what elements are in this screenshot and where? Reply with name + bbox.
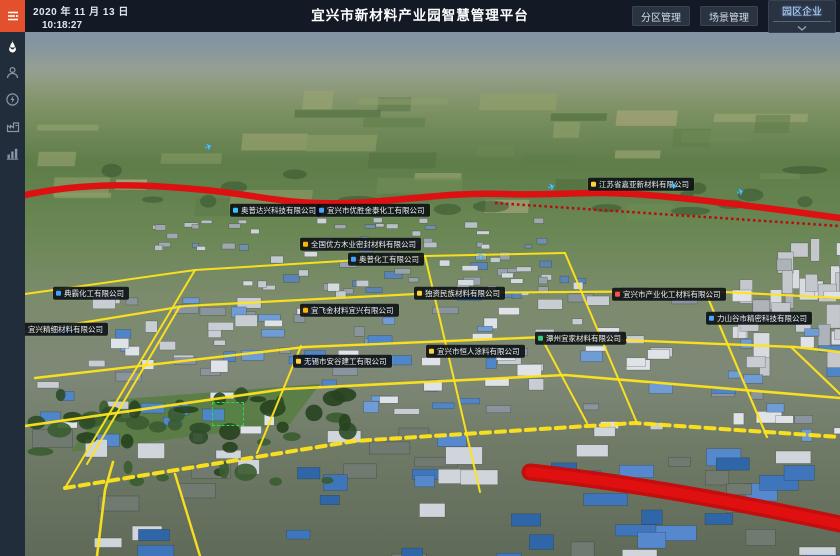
- user-icon: [6, 66, 19, 79]
- selection-box: [212, 402, 244, 426]
- company-marker-icon: [319, 208, 324, 213]
- company-label-text: 独资民族材料有限公司: [425, 289, 500, 297]
- company-label-text: 无锡市安谷建工有限公司: [304, 357, 387, 365]
- company-label-text: 潭州宜家材料有限公司: [546, 334, 621, 342]
- sidebar-item-flame[interactable]: [0, 32, 25, 59]
- vehicle-marker-icon[interactable]: ✈: [203, 141, 214, 154]
- company-marker-icon: [303, 242, 308, 247]
- zone-management-button[interactable]: 分区管理: [632, 6, 690, 26]
- dropdown-label: 园区企业: [782, 3, 822, 18]
- company-label-text: 宜兴市恒人涂料有限公司: [437, 347, 520, 355]
- scene-management-button[interactable]: 场景管理: [700, 6, 758, 26]
- factory-icon: [6, 120, 20, 133]
- company-marker-icon: [417, 291, 422, 296]
- map-company-label[interactable]: 奥普达兴科技有限公司: [230, 204, 321, 217]
- company-marker-icon: [709, 316, 714, 321]
- sidebar-item-bar-chart[interactable]: [0, 140, 25, 167]
- vehicle-marker-icon[interactable]: ✈: [735, 186, 746, 199]
- sidebar-item-power[interactable]: [0, 86, 25, 113]
- sidebar-item-menu[interactable]: [0, 0, 25, 32]
- company-marker-icon: [538, 336, 543, 341]
- company-marker-icon: [429, 349, 434, 354]
- company-label-text: 奥普达兴科技有限公司: [241, 206, 316, 214]
- map-overlay: 奥普达兴科技有限公司宜兴市优胜金泰化工有限公司江苏省嘉亚新材料有限公司全国优方木…: [25, 32, 840, 556]
- company-label-text: 力山谷市精密科技有限公司: [717, 314, 807, 322]
- bar-chart-icon: [6, 147, 19, 160]
- vehicle-marker-icon[interactable]: ✈: [475, 251, 486, 264]
- company-label-text: 典霸化工有限公司: [64, 289, 124, 297]
- menu-icon: [6, 9, 20, 23]
- company-label-text: 宜兴市优胜金泰化工有限公司: [327, 206, 425, 214]
- map-company-label[interactable]: 宜兴市优胜金泰化工有限公司: [316, 204, 430, 217]
- divider: [773, 21, 831, 22]
- map-company-label[interactable]: 宜兴市恒人涂料有限公司: [426, 345, 525, 358]
- header-bar: 2020 年 11 月 13 日 10:18:27 宜兴市新材料产业园智慧管理平…: [0, 0, 840, 32]
- header-actions: 分区管理 场景管理 园区企业: [632, 0, 836, 32]
- flame-icon: [6, 39, 19, 53]
- power-icon: [6, 93, 19, 106]
- company-label-text: 宜飞金材料宜兴有限公司: [311, 306, 394, 314]
- map-company-label[interactable]: 力山谷市精密科技有限公司: [706, 312, 812, 325]
- map-company-label[interactable]: 典霸化工有限公司: [53, 287, 129, 300]
- company-marker-icon: [296, 359, 301, 364]
- sidebar-item-factory[interactable]: [0, 113, 25, 140]
- sidebar: [0, 0, 25, 556]
- map-company-label[interactable]: 宜飞金材料宜兴有限公司: [300, 304, 399, 317]
- map-3d-view[interactable]: 奥普达兴科技有限公司宜兴市优胜金泰化工有限公司江苏省嘉亚新材料有限公司全国优方木…: [25, 32, 840, 556]
- company-label-text: 宜兴精细材料有限公司: [28, 325, 103, 333]
- park-enterprises-dropdown[interactable]: 园区企业: [768, 0, 836, 33]
- map-company-label[interactable]: 潭州宜家材料有限公司: [535, 332, 626, 345]
- company-marker-icon: [591, 182, 596, 187]
- map-company-label[interactable]: 奥普化工有限公司: [348, 253, 424, 266]
- company-marker-icon: [56, 291, 61, 296]
- vehicle-marker-icon[interactable]: ✈: [546, 181, 557, 194]
- company-label-text: 宜兴市产业化工材料有限公司: [623, 290, 721, 298]
- map-company-label[interactable]: 独资民族材料有限公司: [414, 287, 505, 300]
- company-marker-icon: [615, 292, 620, 297]
- map-company-label[interactable]: 宜兴精细材料有限公司: [25, 323, 108, 336]
- map-company-label[interactable]: 无锡市安谷建工有限公司: [293, 355, 392, 368]
- company-marker-icon: [351, 257, 356, 262]
- company-marker-icon: [303, 308, 308, 313]
- chevron-down-icon: [797, 26, 807, 31]
- company-label-text: 全国优方木业密封材料有限公司: [311, 240, 416, 248]
- company-label-text: 奥普化工有限公司: [359, 255, 419, 263]
- sidebar-item-user[interactable]: [0, 59, 25, 86]
- map-company-label[interactable]: 宜兴市产业化工材料有限公司: [612, 288, 726, 301]
- app-window: 2020 年 11 月 13 日 10:18:27 宜兴市新材料产业园智慧管理平…: [0, 0, 840, 556]
- map-company-label[interactable]: 全国优方木业密封材料有限公司: [300, 238, 421, 251]
- company-marker-icon: [233, 208, 238, 213]
